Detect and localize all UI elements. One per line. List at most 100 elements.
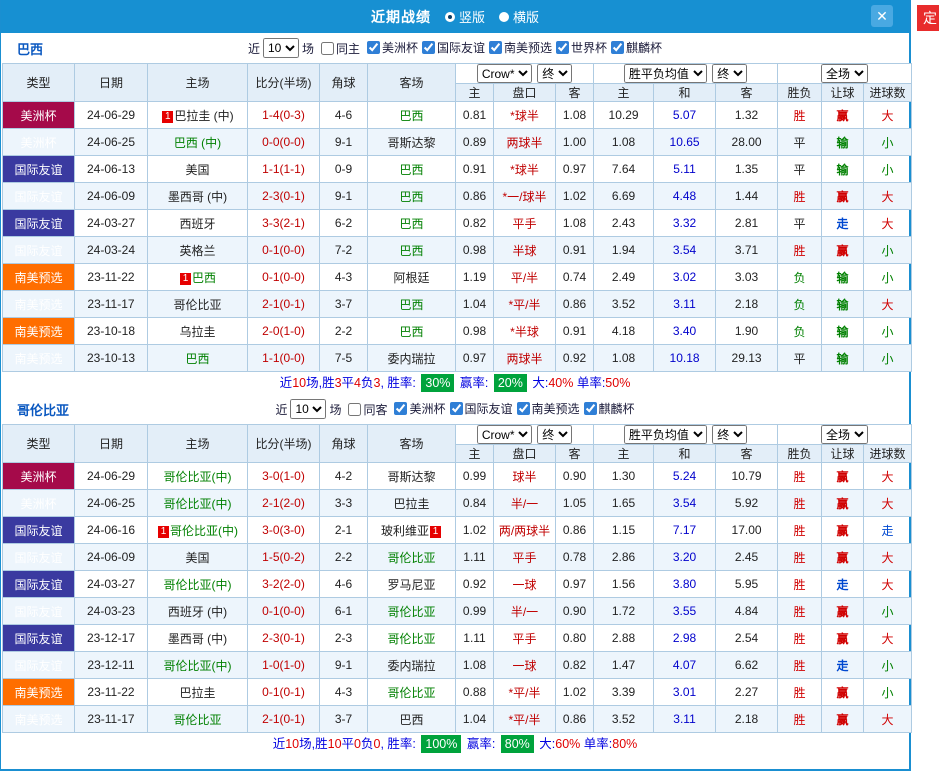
red-card-badge: 1 — [179, 272, 191, 285]
goals-result-cell: 大 — [863, 570, 913, 598]
cup-filter-group: 美洲杯 国际友谊 南美预选 世界杯 麒麟杯 — [363, 39, 662, 57]
home-team-cell: 西班牙 — [147, 209, 248, 237]
unit-label: 场 — [329, 402, 342, 417]
summary-part: 40% — [548, 376, 574, 390]
team-name: 巴西 — [185, 351, 210, 366]
summary-part: 赢率: — [456, 376, 492, 390]
odds-source-cell: Crow* 终 — [454, 63, 595, 84]
team-name: 哥伦比亚 — [173, 712, 222, 727]
wdl-home-odds-cell: 1.65 — [593, 489, 655, 517]
date-cell: 24-06-13 — [74, 155, 148, 183]
scope-select[interactable]: 全场 — [821, 425, 869, 444]
wdl-time-select[interactable]: 终 — [712, 425, 748, 444]
same-venue-checkbox[interactable] — [348, 402, 362, 416]
red-card-badge: 1 — [162, 110, 174, 123]
cup-checkbox[interactable] — [583, 402, 597, 415]
odds-time-select[interactable]: 终 — [537, 64, 573, 83]
cup-filter[interactable]: 美洲杯 — [394, 400, 446, 417]
bookmaker-select[interactable]: Crow* — [476, 64, 532, 83]
ah-home-odds-cell: 0.81 — [455, 101, 494, 129]
team-name: 哥伦比亚 — [387, 604, 436, 619]
cup-filter[interactable]: 麒麟杯 — [583, 400, 635, 417]
cup-checkbox[interactable] — [366, 41, 380, 54]
score-cell: 2-1(0-1) — [247, 290, 320, 318]
col-header-home: 主场 — [147, 424, 248, 463]
match-count-select[interactable]: 10 — [290, 399, 327, 419]
close-icon[interactable]: ✕ — [871, 5, 893, 27]
wdl-home-odds-cell: 2.88 — [593, 624, 655, 652]
corner-cell: 2-2 — [319, 317, 368, 345]
same-venue-checkbox[interactable] — [320, 41, 334, 55]
cup-filter[interactable]: 南美预选 — [489, 39, 552, 56]
wdl-away-odds-cell: 2.81 — [715, 209, 779, 237]
score-cell: 2-1(2-0) — [247, 489, 320, 517]
wdl-home-odds-cell: 1.94 — [593, 236, 655, 264]
sub-header-wdl-away: 客 — [715, 83, 779, 102]
same-venue-filter[interactable]: 同客 — [348, 401, 387, 418]
cup-checkbox[interactable] — [611, 41, 625, 54]
ah-line-cell: 两球半 — [493, 128, 556, 156]
bookmaker-select[interactable]: Crow* — [476, 425, 532, 444]
ah-away-odds-cell: 0.74 — [554, 263, 595, 291]
sub-header-wdl-draw: 和 — [653, 83, 717, 102]
cup-filter[interactable]: 世界杯 — [556, 39, 607, 56]
goals-result-cell: 大 — [863, 489, 913, 517]
background-page-strip — [913, 0, 939, 771]
home-team-cell: 哥伦比亚(中) — [147, 570, 248, 598]
wdl-away-odds-cell: 2.54 — [715, 624, 779, 652]
scope-select[interactable]: 全场 — [821, 64, 869, 83]
wdl-select[interactable]: 胜平负均值 — [623, 425, 707, 444]
wdl-home-odds-cell: 2.49 — [593, 263, 655, 291]
match-type-cell: 南美预选 — [2, 290, 75, 318]
cup-filter[interactable]: 国际友谊 — [422, 39, 485, 56]
vertical-layout-radio[interactable]: 竖版 — [444, 7, 485, 26]
wdl-draw-odds-cell: 10.18 — [653, 344, 717, 372]
ah-line-cell: *平/半 — [493, 290, 556, 318]
home-team-cell: 哥伦比亚(中) — [147, 651, 248, 679]
cup-filter[interactable]: 美洲杯 — [366, 39, 418, 56]
cup-checkbox[interactable] — [449, 402, 463, 415]
team-name: 哥伦比亚 — [387, 631, 436, 646]
away-team-cell: 巴西 — [367, 317, 456, 345]
handicap-result-cell: 输 — [821, 344, 865, 372]
team-name: 巴西 — [399, 162, 424, 177]
horizontal-layout-radio[interactable]: 横版 — [499, 7, 539, 26]
date-cell: 24-06-25 — [74, 128, 148, 156]
odds-time-select[interactable]: 终 — [537, 425, 573, 444]
summary-part: 场,胜 — [306, 376, 335, 390]
match-row: 国际友谊 24-06-13 美国 1-1(1-1) 0-9 巴西 0.91 *球半 0.97 7.… — [2, 155, 913, 183]
wdl-select[interactable]: 胜平负均值 — [623, 64, 707, 83]
goals-result-cell: 小 — [863, 651, 913, 679]
wdl-away-odds-cell: 28.00 — [715, 128, 779, 156]
handicap-result-cell: 赢 — [821, 489, 865, 517]
cup-checkbox[interactable] — [394, 402, 408, 415]
same-venue-filter[interactable]: 同主 — [320, 40, 360, 57]
score-cell: 1-1(1-1) — [247, 155, 320, 183]
match-count-select[interactable]: 10 — [262, 38, 299, 58]
cup-filter-group: 美洲杯 国际友谊 南美预选 麒麟杯 — [390, 400, 635, 418]
summary-part: 30% — [421, 374, 455, 392]
result-cell: 胜 — [777, 651, 823, 679]
wdl-away-odds-cell: 2.18 — [715, 290, 779, 318]
score-cell: 1-0(1-0) — [247, 651, 320, 679]
ah-away-odds-cell: 1.02 — [554, 678, 595, 706]
cup-filter[interactable]: 麒麟杯 — [611, 39, 662, 56]
ah-away-odds-cell: 0.80 — [554, 624, 595, 652]
match-row: 国际友谊 24-06-09 美国 1-5(0-2) 2-2 哥伦比亚 1.11 平手 0.78 2… — [2, 543, 913, 571]
cup-checkbox[interactable] — [489, 41, 503, 54]
cup-filter[interactable]: 国际友谊 — [449, 400, 513, 417]
summary-part: 10 — [292, 376, 307, 390]
cup-filter[interactable]: 南美预选 — [516, 400, 580, 417]
side-tab-button[interactable]: 定 — [917, 5, 939, 31]
home-team-cell: 1 巴拉圭 (中) — [147, 101, 248, 129]
date-cell: 24-03-27 — [74, 209, 148, 237]
cup-checkbox[interactable] — [422, 41, 435, 54]
wdl-time-select[interactable]: 终 — [712, 64, 748, 83]
result-cell: 胜 — [777, 543, 823, 571]
ah-away-odds-cell: 0.86 — [554, 516, 595, 544]
cup-checkbox[interactable] — [556, 41, 570, 54]
date-cell: 23-10-13 — [74, 344, 148, 372]
match-row: 国际友谊 23-12-17 墨西哥 (中) 2-3(0-1) 2-3 哥伦比亚 1.11 平手… — [2, 624, 913, 652]
result-cell: 负 — [777, 290, 823, 318]
cup-checkbox[interactable] — [516, 402, 530, 415]
